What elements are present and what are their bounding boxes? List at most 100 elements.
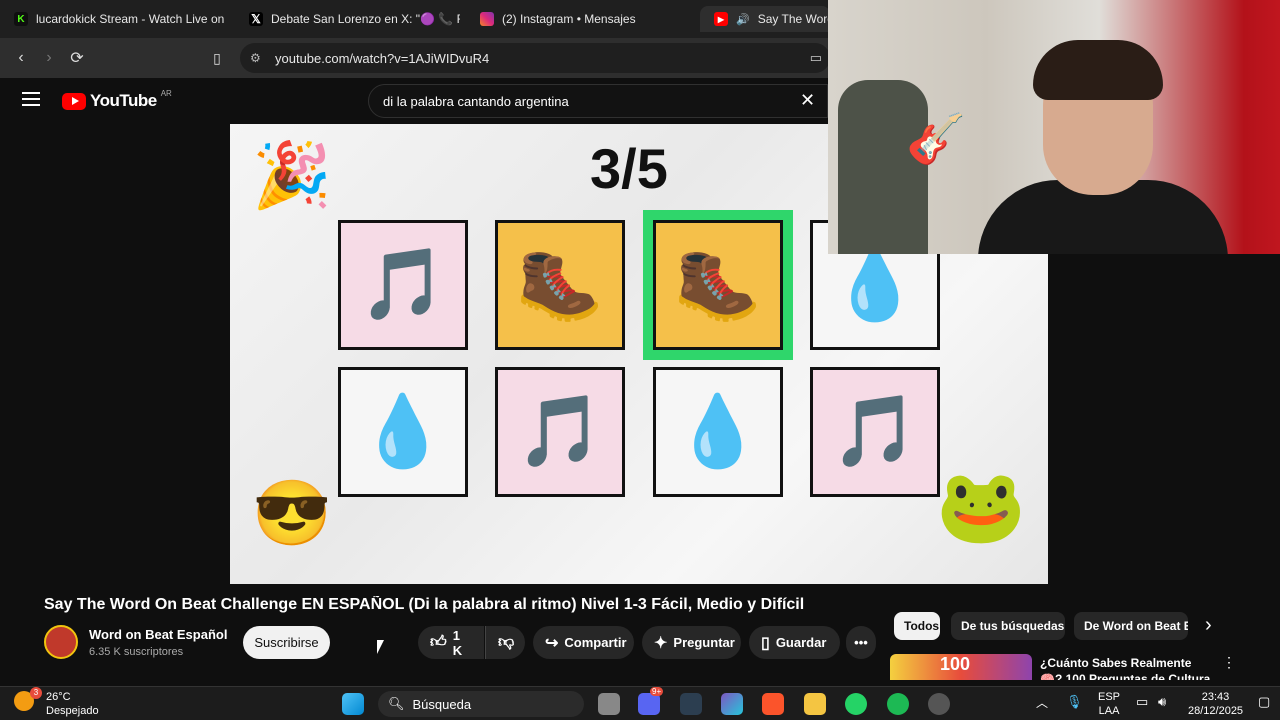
settings-icon[interactable] bbox=[928, 693, 950, 715]
share-button[interactable]: ↪ Compartir bbox=[533, 626, 634, 659]
channel-name[interactable]: Word on Beat Español bbox=[89, 627, 227, 642]
sparkle-icon: ✦ bbox=[654, 634, 668, 652]
youtube-play-icon bbox=[62, 92, 86, 110]
gaming-chair bbox=[838, 80, 928, 254]
grid-cell: 💧 bbox=[338, 367, 468, 497]
spotify-icon[interactable] bbox=[887, 693, 909, 715]
streamer bbox=[978, 40, 1228, 254]
microphone-icon[interactable]: 🎙︎ bbox=[1066, 694, 1083, 710]
kick-icon: K bbox=[14, 12, 28, 26]
like-count: 1 K bbox=[452, 627, 463, 658]
language-bottom: LAA bbox=[1098, 705, 1120, 717]
thumbs-down-icon: 👎︎ bbox=[498, 634, 515, 651]
chip-channel[interactable]: De Word on Beat E bbox=[1074, 612, 1188, 640]
url-text: youtube.com/watch?v=1AJiWIDvuR4 bbox=[275, 50, 490, 66]
channel-avatar[interactable] bbox=[44, 625, 78, 659]
bookmark-icon[interactable]: ▯ bbox=[206, 47, 228, 69]
instagram-icon bbox=[480, 12, 494, 26]
search-icon: 🔍︎ bbox=[388, 696, 405, 711]
youtube-wordmark: YouTube bbox=[90, 91, 157, 110]
x-icon: 𝕏 bbox=[249, 12, 263, 26]
chevron-right-icon[interactable]: › bbox=[1205, 614, 1212, 637]
weather-badge: 3 bbox=[30, 687, 42, 699]
temperature: 26°C bbox=[46, 691, 71, 703]
menu-icon[interactable] bbox=[22, 92, 40, 106]
tab-kick[interactable]: K lucardokick Stream - Watch Live on K bbox=[0, 6, 225, 32]
notifications-icon[interactable]: ▢ bbox=[1258, 694, 1270, 710]
copilot-icon[interactable] bbox=[721, 693, 743, 715]
more-actions-button[interactable]: ••• bbox=[846, 626, 876, 659]
taskbar-search[interactable]: 🔍︎ Búsqueda bbox=[378, 691, 584, 717]
tab-instagram[interactable]: (2) Instagram • Mensajes bbox=[466, 6, 691, 32]
share-label: Compartir bbox=[564, 635, 627, 650]
grid-cell: 🎵 bbox=[810, 367, 940, 497]
youtube-logo[interactable]: YouTube AR bbox=[62, 88, 172, 111]
site-info-icon[interactable]: ⚙ bbox=[250, 51, 261, 65]
youtube-icon: ▶ bbox=[714, 12, 728, 26]
back-icon[interactable]: ‹ bbox=[10, 47, 32, 69]
clear-search-icon[interactable]: ✕ bbox=[800, 90, 815, 111]
search-query: di la palabra cantando argentina bbox=[383, 93, 569, 109]
chevron-up-icon[interactable]: ︿ bbox=[1036, 694, 1048, 711]
dislike-button[interactable]: 👎︎ bbox=[485, 626, 525, 659]
round-counter: 3/5 bbox=[590, 137, 668, 200]
sunglasses-emoji-icon: 😎 bbox=[252, 477, 332, 549]
subscribe-button[interactable]: Suscribirse bbox=[243, 626, 330, 659]
cast-icon[interactable]: ▭ bbox=[810, 50, 822, 66]
windows-start-icon[interactable] bbox=[342, 693, 364, 715]
recommended-title[interactable]: ¿Cuánto Sabes Realmente 🧠? 100 Preguntas… bbox=[1040, 655, 1215, 680]
windows-taskbar: 3 26°C Despejado 🔍︎ Búsqueda 9+ ︿ 🎙︎ ESP… bbox=[0, 686, 1280, 720]
url-field[interactable]: ⚙ youtube.com/watch?v=1AJiWIDvuR4 ▭ bbox=[240, 43, 830, 73]
chip-searches[interactable]: De tus búsquedas bbox=[951, 612, 1065, 640]
discord-icon[interactable] bbox=[638, 693, 660, 715]
save-label: Guardar bbox=[775, 635, 827, 650]
grid-cell: 🎵 bbox=[338, 220, 468, 350]
save-button[interactable]: ▯ Guardar bbox=[749, 626, 840, 659]
network-icon[interactable]: ▭ bbox=[1136, 694, 1148, 710]
clock[interactable]: 23:43 28/12/2025 bbox=[1188, 690, 1243, 718]
grid-cell: 🎵 bbox=[495, 367, 625, 497]
search-input[interactable]: di la palabra cantando argentina bbox=[368, 84, 828, 118]
speaker-icon: 🔊 bbox=[736, 13, 750, 26]
file-explorer-icon[interactable] bbox=[804, 693, 826, 715]
forward-icon[interactable]: › bbox=[38, 47, 60, 69]
tab-x[interactable]: 𝕏 Debate San Lorenzo en X: "🟣 📞 FU bbox=[235, 6, 460, 32]
share-icon: ↪ bbox=[545, 634, 559, 652]
bookmark-save-icon: ▯ bbox=[761, 634, 770, 652]
frog-mascot-icon: 🐸 bbox=[936, 467, 1026, 547]
language-indicator[interactable]: ESP LAA bbox=[1098, 690, 1120, 718]
thumbs-up-icon: 👍︎ bbox=[430, 634, 447, 651]
brave-icon[interactable] bbox=[762, 693, 784, 715]
whatsapp-icon[interactable] bbox=[845, 693, 867, 715]
reload-icon[interactable]: ⟳ bbox=[66, 47, 88, 69]
app-icon[interactable] bbox=[680, 693, 702, 715]
guitar-icon: 🎸 bbox=[906, 113, 966, 166]
grid-cell: 🥾 bbox=[495, 220, 625, 350]
grid-cell: 💧 bbox=[653, 367, 783, 497]
time: 23:43 bbox=[1201, 691, 1230, 703]
video-title: Say The Word On Beat Challenge EN ESPAÑO… bbox=[44, 596, 805, 613]
weather-status: Despejado bbox=[46, 705, 99, 717]
tab-title: Debate San Lorenzo en X: "🟣 📞 FU bbox=[271, 12, 460, 26]
volume-icon[interactable]: 🔊︎ bbox=[1158, 694, 1166, 710]
country-code: AR bbox=[160, 88, 172, 98]
weather-widget[interactable]: 26°C Despejado bbox=[46, 690, 99, 718]
grid-cell-highlighted: 🥾 bbox=[653, 220, 783, 350]
party-popper-icon: 🎉 bbox=[252, 139, 332, 211]
subscriber-count: 6.35 K suscriptores bbox=[89, 646, 184, 658]
tab-youtube-active[interactable]: ▶ 🔊 Say The Word C bbox=[700, 6, 830, 32]
like-button[interactable]: 👍︎ 1 K bbox=[418, 626, 484, 659]
ask-label: Preguntar bbox=[673, 635, 735, 650]
more-vertical-icon[interactable]: ⋮ bbox=[1222, 654, 1236, 671]
more-horizontal-icon: ••• bbox=[854, 635, 868, 650]
recommended-thumbnail[interactable]: 100 bbox=[890, 654, 1032, 680]
date: 28/12/2025 bbox=[1188, 705, 1244, 717]
task-view-icon[interactable] bbox=[598, 693, 620, 715]
tab-title: (2) Instagram • Mensajes bbox=[502, 12, 636, 26]
discord-badge: 9+ bbox=[650, 687, 664, 696]
webcam-overlay: 🎸 bbox=[828, 0, 1280, 254]
search-label: Búsqueda bbox=[412, 696, 472, 712]
chip-todos[interactable]: Todos bbox=[894, 612, 940, 640]
mouse-cursor bbox=[377, 640, 384, 654]
ask-button[interactable]: ✦ Preguntar bbox=[642, 626, 741, 659]
